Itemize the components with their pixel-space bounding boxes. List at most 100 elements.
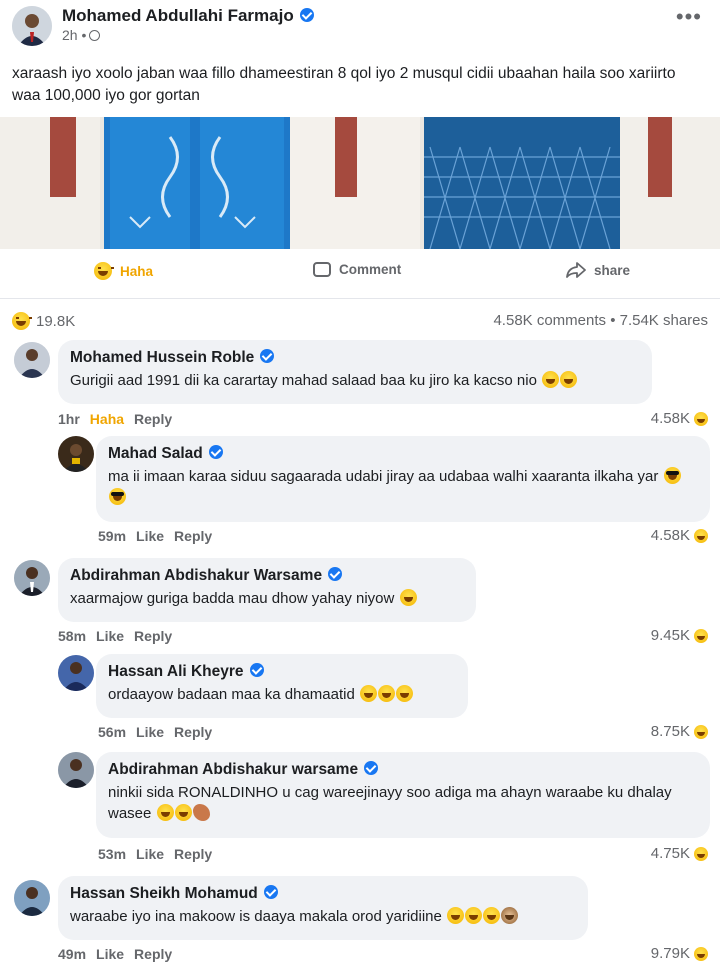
commenter-avatar[interactable] — [58, 436, 94, 472]
share-button[interactable]: share — [566, 262, 630, 278]
reply-button[interactable]: Reply — [134, 628, 172, 644]
commenter-name[interactable]: Mahad Salad — [108, 444, 698, 463]
share-icon — [566, 262, 586, 278]
comment-actions: 49m Like Reply — [58, 946, 172, 962]
haha-emoji-icon — [694, 411, 708, 426]
commenter-name-label[interactable]: Hassan Ali Kheyre — [108, 663, 244, 680]
comments-shares-count[interactable]: 4.58K comments • 7.54K shares — [493, 312, 708, 329]
haha-emoji-icon — [12, 312, 32, 330]
laughing-emoji-icon — [399, 588, 417, 606]
comment-text: ma ii imaan karaa siduu sagaarada udabi … — [108, 466, 698, 508]
divider — [0, 298, 720, 299]
comment-body: ninkii sida RONALDINHO u cag wareejinayy… — [108, 784, 672, 822]
laughing-emoji-icon — [560, 370, 578, 388]
comment-reaction-count[interactable]: 9.45K — [651, 627, 708, 644]
laughing-emoji-icon — [447, 906, 465, 924]
haha-emoji-icon — [94, 262, 114, 280]
verified-icon — [249, 662, 264, 677]
reaction-count: 19.8K — [36, 312, 76, 330]
comment-count: 8.75K — [650, 723, 690, 740]
comment-count: 9.45K — [650, 627, 690, 644]
post-author-label[interactable]: Mohamed Abdullahi Farmajo — [62, 6, 294, 25]
comment-bubble: Mohamed Hussein Roble Gurigii aad 1991 d… — [58, 340, 652, 404]
like-button[interactable]: Like — [136, 528, 164, 544]
comment-count: 4.58K — [650, 527, 690, 544]
commenter-name-label[interactable]: Abdirahman Abdishakur warsame — [108, 761, 358, 778]
commenter-name[interactable]: Hassan Sheikh Mohamud — [70, 884, 576, 903]
comment-reaction-count[interactable]: 8.75K — [651, 723, 708, 740]
comment-actions: 53m Like Reply — [98, 846, 212, 862]
comment-count: 4.58K — [650, 410, 690, 427]
comment-actions: 1hr Haha Reply — [58, 411, 172, 427]
commenter-name[interactable]: Abdirahman Abdishakur warsame — [108, 760, 698, 779]
comment-button[interactable]: Comment — [313, 262, 401, 277]
haha-emoji-icon — [694, 946, 708, 961]
commenter-name[interactable]: Hassan Ali Kheyre — [108, 662, 456, 681]
comment-text: waraabe iyo ina makoow is daaya makala o… — [70, 906, 576, 927]
post-author-name[interactable]: Mohamed Abdullahi Farmajo — [62, 6, 314, 26]
post-time[interactable]: 2h • — [62, 27, 86, 43]
commenter-name-label[interactable]: Hassan Sheikh Mohamud — [70, 885, 258, 902]
comment-reaction-count[interactable]: 4.75K — [651, 845, 708, 862]
comment-time: 1hr — [58, 411, 80, 427]
haha-reaction-button[interactable]: Haha — [90, 411, 124, 427]
comment-body: waraabe iyo ina makoow is daaya makala o… — [70, 908, 442, 925]
laughing-emoji-icon — [483, 906, 501, 924]
comment-text: ninkii sida RONALDINHO u cag wareejinayy… — [108, 782, 698, 824]
comment-actions: 56m Like Reply — [98, 724, 212, 740]
comment-bubble: Hassan Ali Kheyre ordaayow badaan maa ka… — [96, 654, 468, 718]
commenter-name-label[interactable]: Mahad Salad — [108, 445, 203, 462]
globe-icon — [89, 29, 101, 41]
commenter-avatar[interactable] — [14, 880, 50, 916]
verified-icon — [260, 348, 275, 363]
haha-button[interactable]: Haha — [94, 262, 153, 280]
comment-time: 56m — [98, 724, 127, 740]
like-button[interactable]: Like — [136, 724, 164, 740]
share-label: share — [594, 262, 631, 278]
reaction-summary[interactable]: 19.8K — [12, 312, 75, 330]
comment-bubble: Mahad Salad ma ii imaan karaa siduu saga… — [96, 436, 710, 522]
comment-text: xaarmajow guriga badda mau dhow yahay ni… — [70, 588, 464, 609]
comment-text: Gurigii aad 1991 dii ka carartay mahad s… — [70, 370, 640, 391]
like-button[interactable]: Like — [96, 628, 124, 644]
comment-reaction-count[interactable]: 4.58K — [651, 410, 708, 427]
reply-button[interactable]: Reply — [134, 946, 172, 962]
like-button[interactable]: Like — [96, 946, 124, 962]
reply-button[interactable]: Reply — [174, 528, 212, 544]
commenter-name[interactable]: Mohamed Hussein Roble — [70, 348, 640, 367]
comment-reaction-count[interactable]: 9.79K — [651, 945, 708, 962]
laughing-emoji-icon — [360, 684, 378, 702]
comment-bubble: Hassan Sheikh Mohamud waraabe iyo ina ma… — [58, 876, 588, 940]
commenter-name-label[interactable]: Mohamed Hussein Roble — [70, 349, 254, 366]
verified-icon — [299, 7, 314, 22]
comment-body: ma ii imaan karaa siduu sagaarada udabi … — [108, 468, 659, 485]
laughing-emoji-icon — [156, 803, 174, 821]
author-avatar[interactable] — [12, 6, 52, 46]
verified-icon — [263, 884, 278, 899]
commenter-avatar[interactable] — [14, 342, 50, 378]
comment-bubble: Abdirahman Abdishakur warsame ninkii sid… — [96, 752, 710, 838]
commenter-name[interactable]: Abdirahman Abdishakur Warsame — [70, 566, 464, 585]
reply-button[interactable]: Reply — [174, 846, 212, 862]
comment-reaction-count[interactable]: 4.58K — [651, 527, 708, 544]
reply-button[interactable]: Reply — [134, 411, 172, 427]
like-button[interactable]: Like — [136, 846, 164, 862]
commenter-avatar[interactable] — [58, 752, 94, 788]
haha-emoji-icon — [694, 528, 708, 543]
comment-label: Comment — [339, 262, 402, 277]
comment-icon — [313, 262, 331, 277]
commenter-name-label[interactable]: Abdirahman Abdishakur Warsame — [70, 567, 322, 584]
verified-icon — [208, 444, 223, 459]
more-icon[interactable]: ••• — [676, 4, 702, 30]
hand-emoji-icon — [192, 803, 210, 821]
comment-actions: 58m Like Reply — [58, 628, 172, 644]
haha-emoji-icon — [694, 628, 708, 643]
commenter-avatar[interactable] — [14, 560, 50, 596]
laughing-emoji-icon — [378, 684, 396, 702]
sunglasses-emoji-icon — [109, 487, 126, 505]
commenter-avatar[interactable] — [58, 655, 94, 691]
comment-time: 58m — [58, 628, 87, 644]
post-photo[interactable] — [0, 117, 720, 249]
reply-button[interactable]: Reply — [174, 724, 212, 740]
laughing-emoji-icon — [542, 370, 560, 388]
